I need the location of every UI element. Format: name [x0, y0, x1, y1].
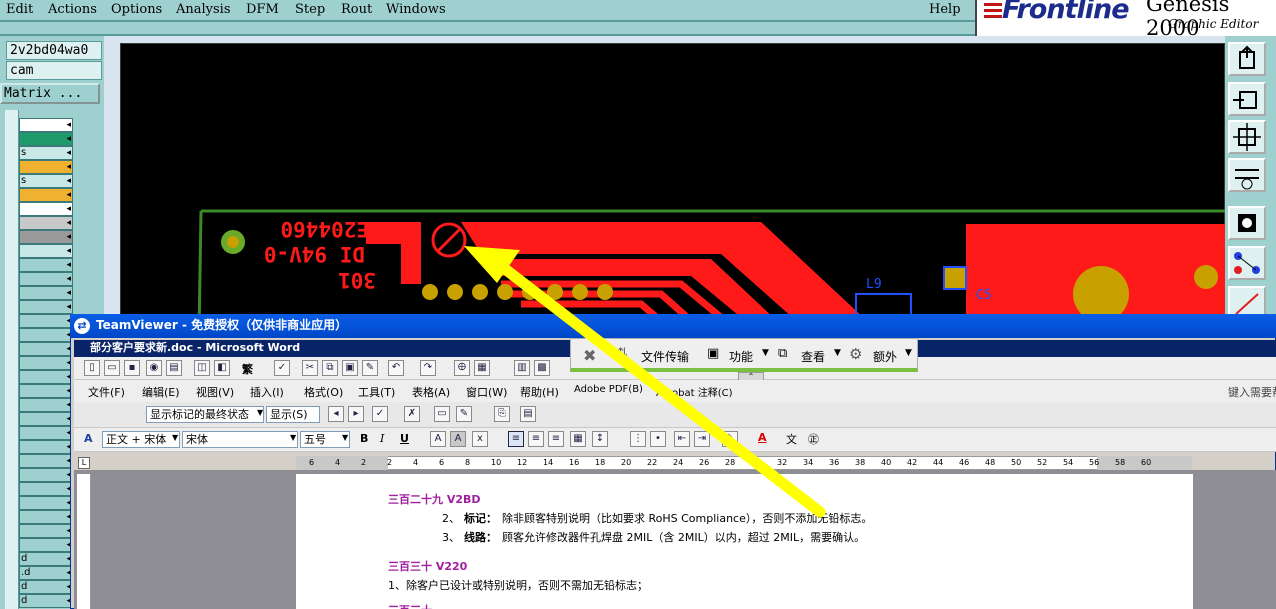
annotation-arrow	[464, 246, 826, 518]
